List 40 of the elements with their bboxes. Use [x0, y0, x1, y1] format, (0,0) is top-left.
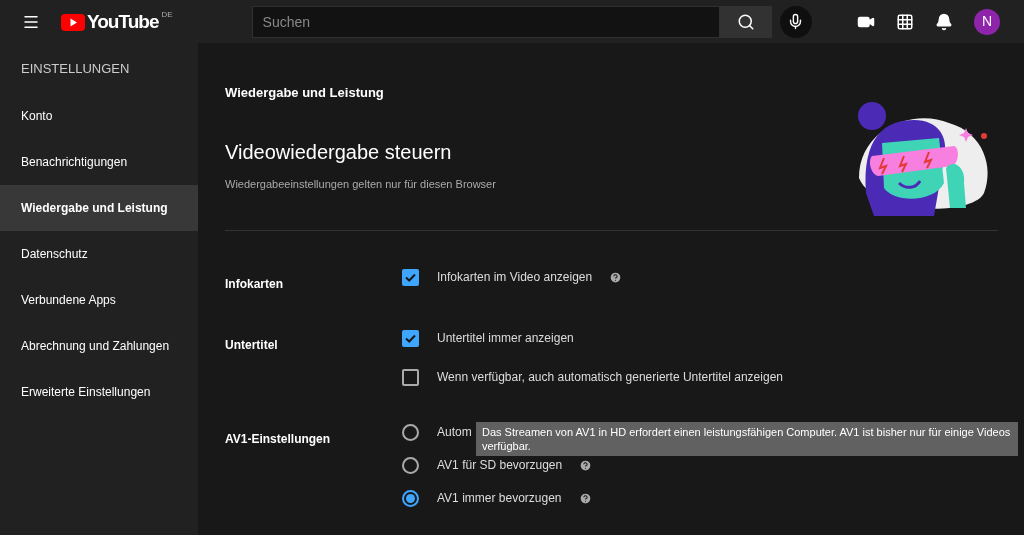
checkbox[interactable]: [402, 329, 419, 347]
option-label: Untertitel immer anzeigen: [437, 330, 574, 347]
help-icon[interactable]: [579, 458, 593, 472]
notifications-icon[interactable]: [935, 12, 953, 31]
microphone-button[interactable]: [779, 5, 812, 38]
option-label: AV1 für SD bevorzugen: [437, 457, 563, 474]
setting-label: Untertitel: [225, 337, 279, 354]
sidebar-item[interactable]: Wiedergabe und Leistung: [0, 185, 198, 231]
search-button[interactable]: [719, 5, 772, 38]
option-label: Wenn verfügbar, auch automatisch generierte Untertitel anzeigen: [437, 369, 783, 386]
sidebar-item[interactable]: Konto: [0, 93, 198, 139]
section-heading: Wiedergabe und Leistung: [225, 84, 385, 102]
logo-text: YouTube: [87, 9, 159, 34]
sidebar-item[interactable]: Abrechnung und Zahlungen: [0, 323, 198, 369]
setting-label: Infokarten: [225, 276, 284, 293]
radio-button[interactable]: [402, 456, 419, 474]
setting-label: AV1-Einstellungen: [225, 431, 332, 448]
option-label: Autom: [437, 424, 472, 441]
apps-grid-icon[interactable]: [896, 12, 914, 31]
help-icon[interactable]: [609, 270, 623, 284]
avatar[interactable]: N: [974, 8, 1000, 35]
checkbox[interactable]: [402, 268, 419, 286]
help-icon[interactable]: [578, 491, 592, 505]
sidebar-item[interactable]: Verbundene Apps: [0, 277, 198, 323]
radio-button[interactable]: [402, 423, 419, 441]
sidebar-item[interactable]: Datenschutz: [0, 231, 198, 277]
option-label: Infokarten im Video anzeigen: [437, 269, 593, 286]
region-label: DE: [161, 9, 173, 20]
search-icon: [736, 12, 755, 31]
sidebar-title: EINSTELLUNGEN: [20, 60, 131, 78]
radio-button[interactable]: [402, 489, 419, 507]
checkbox[interactable]: [402, 368, 419, 386]
option-label: AV1 immer bevorzugen: [437, 490, 562, 507]
sidebar-item[interactable]: Benachrichtigungen: [0, 139, 198, 185]
play-logo-icon: [61, 13, 85, 31]
sidebar-item[interactable]: Erweiterte Einstellungen: [0, 369, 198, 415]
page-title: Videowiedergabe steuern: [225, 139, 453, 165]
tooltip: Das Streamen von AV1 in HD erfordert einen leistungsfähigen Computer. AV1 ist bisher nur für einige Videos verfügbar.: [476, 422, 1018, 456]
search-field[interactable]: Suchen: [251, 5, 720, 38]
page-subtitle: Wiedergabeeinstellungen gelten nur für diesen Browser: [225, 176, 496, 192]
